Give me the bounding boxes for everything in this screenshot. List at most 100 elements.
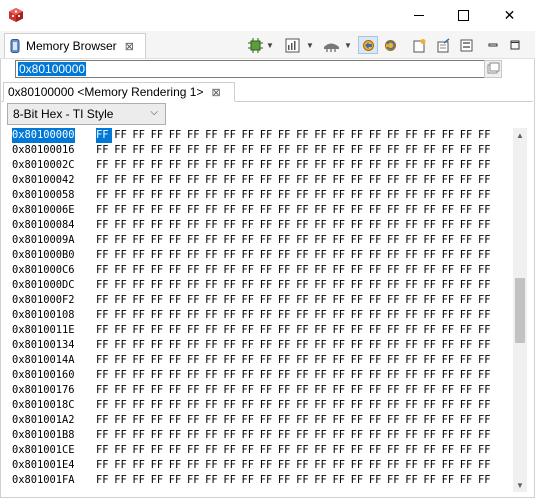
memory-byte-cell[interactable]: FF [205, 128, 223, 143]
memory-byte-cell[interactable]: FF [169, 368, 187, 383]
memory-byte-cell[interactable]: FF [278, 233, 296, 248]
memory-byte-cell[interactable]: FF [151, 263, 169, 278]
memory-byte-cell[interactable]: FF [405, 443, 423, 458]
memory-byte-cell[interactable]: FF [205, 203, 223, 218]
memory-byte-cell[interactable]: FF [460, 188, 478, 203]
memory-byte-cell[interactable]: FF [460, 278, 478, 293]
memory-byte-cell[interactable]: FF [242, 368, 260, 383]
memory-byte-cell[interactable]: FF [296, 173, 314, 188]
memory-byte-cell[interactable]: FF [296, 383, 314, 398]
memory-byte-cell[interactable]: FF [132, 128, 150, 143]
memory-byte-cell[interactable]: FF [478, 248, 496, 263]
memory-byte-cell[interactable]: FF [405, 233, 423, 248]
memory-byte-cell[interactable]: FF [223, 368, 241, 383]
memory-byte-cell[interactable]: FF [387, 218, 405, 233]
memory-byte-cell[interactable]: FF [387, 428, 405, 443]
memory-byte-cell[interactable]: FF [296, 353, 314, 368]
memory-byte-cell[interactable]: FF [96, 158, 114, 173]
memory-byte-cell[interactable]: FF [387, 173, 405, 188]
memory-byte-cell[interactable]: FF [423, 218, 441, 233]
memory-byte-cell[interactable]: FF [351, 263, 369, 278]
memory-byte-cell[interactable]: FF [351, 278, 369, 293]
memory-byte-cell[interactable]: FF [278, 428, 296, 443]
memory-byte-cell[interactable]: FF [387, 443, 405, 458]
go-button[interactable] [484, 60, 502, 78]
memory-byte-cell[interactable]: FF [96, 353, 114, 368]
memory-byte-cell[interactable]: FF [442, 143, 460, 158]
memory-byte-cell[interactable]: FF [114, 383, 132, 398]
memory-byte-cell[interactable]: FF [242, 233, 260, 248]
memory-byte-cell[interactable]: FF [332, 473, 350, 488]
memory-byte-cell[interactable]: FF [332, 278, 350, 293]
memory-byte-cell[interactable]: FF [351, 293, 369, 308]
memory-byte-cell[interactable]: FF [387, 248, 405, 263]
memory-byte-cell[interactable]: FF [314, 128, 332, 143]
memory-byte-cell[interactable]: FF [332, 158, 350, 173]
memory-byte-cell[interactable]: FF [351, 473, 369, 488]
memory-byte-cell[interactable]: FF [223, 428, 241, 443]
memory-byte-cell[interactable]: FF [278, 323, 296, 338]
memory-byte-cell[interactable]: FF [151, 368, 169, 383]
memory-byte-cell[interactable]: FF [187, 233, 205, 248]
memory-byte-cell[interactable]: FF [314, 323, 332, 338]
format-dropdown[interactable]: 8-Bit Hex - TI Style ⌵ [7, 103, 166, 125]
memory-byte-cell[interactable]: FF [369, 203, 387, 218]
memory-byte-cell[interactable]: FF [296, 308, 314, 323]
memory-byte-cell[interactable]: FF [205, 293, 223, 308]
memory-byte-cell[interactable]: FF [423, 323, 441, 338]
memory-byte-cell[interactable]: FF [369, 428, 387, 443]
memory-byte-cell[interactable]: FF [478, 428, 496, 443]
memory-byte-cell[interactable]: FF [369, 278, 387, 293]
memory-byte-cell[interactable]: FF [278, 173, 296, 188]
memory-byte-cell[interactable]: FF [460, 413, 478, 428]
memory-byte-cell[interactable]: FF [132, 398, 150, 413]
memory-byte-cell[interactable]: FF [260, 398, 278, 413]
memory-byte-cell[interactable]: FF [423, 188, 441, 203]
memory-byte-cell[interactable]: FF [314, 158, 332, 173]
memory-byte-cell[interactable]: FF [260, 368, 278, 383]
memory-byte-cell[interactable]: FF [369, 383, 387, 398]
memory-byte-cell[interactable]: FF [151, 128, 169, 143]
memory-byte-cell[interactable]: FF [478, 293, 496, 308]
memory-byte-cell[interactable]: FF [187, 443, 205, 458]
memory-byte-cell[interactable]: FF [223, 203, 241, 218]
memory-byte-cell[interactable]: FF [205, 278, 223, 293]
memory-byte-cell[interactable]: FF [169, 428, 187, 443]
memory-byte-cell[interactable]: FF [423, 383, 441, 398]
memory-byte-cell[interactable]: FF [478, 473, 496, 488]
memory-byte-cell[interactable]: FF [260, 158, 278, 173]
memory-byte-cell[interactable]: FF [332, 443, 350, 458]
memory-byte-cell[interactable]: FF [351, 308, 369, 323]
memory-byte-cell[interactable]: FF [114, 323, 132, 338]
memory-byte-cell[interactable]: FF [278, 293, 296, 308]
memory-byte-cell[interactable]: FF [296, 368, 314, 383]
memory-byte-cell[interactable]: FF [460, 323, 478, 338]
memory-byte-cell[interactable]: FF [96, 308, 114, 323]
memory-byte-cell[interactable]: FF [242, 443, 260, 458]
memory-byte-cell[interactable]: FF [114, 188, 132, 203]
memory-grid[interactable]: 0x80100000 FF FF FF FF FF FF FF FF FF FF FF FF FF FF FF… [12, 128, 512, 492]
memory-byte-cell[interactable]: FF [96, 248, 114, 263]
scroll-thumb[interactable] [515, 278, 525, 343]
memory-byte-cell[interactable]: FF [169, 323, 187, 338]
memory-byte-cell[interactable]: FF [187, 278, 205, 293]
memory-byte-cell[interactable]: FF [223, 263, 241, 278]
memory-byte-cell[interactable]: FF [114, 443, 132, 458]
memory-byte-cell[interactable]: FF [405, 428, 423, 443]
memory-byte-cell[interactable]: FF [460, 203, 478, 218]
memory-byte-cell[interactable]: FF [314, 353, 332, 368]
memory-byte-cell[interactable]: FF [260, 128, 278, 143]
memory-byte-cell[interactable]: FF [278, 203, 296, 218]
memory-byte-cell[interactable]: FF [114, 143, 132, 158]
memory-byte-cell[interactable]: FF [442, 383, 460, 398]
memory-byte-cell[interactable]: FF [423, 473, 441, 488]
memory-byte-cell[interactable]: FF [314, 428, 332, 443]
memory-byte-cell[interactable]: FF [405, 203, 423, 218]
memory-byte-cell[interactable]: FF [151, 338, 169, 353]
memory-byte-cell[interactable]: FF [478, 218, 496, 233]
memory-byte-cell[interactable]: FF [442, 218, 460, 233]
memory-byte-cell[interactable]: FF [351, 338, 369, 353]
memory-byte-cell[interactable]: FF [332, 188, 350, 203]
memory-byte-cell[interactable]: FF [242, 428, 260, 443]
memory-byte-cell[interactable]: FF [114, 473, 132, 488]
